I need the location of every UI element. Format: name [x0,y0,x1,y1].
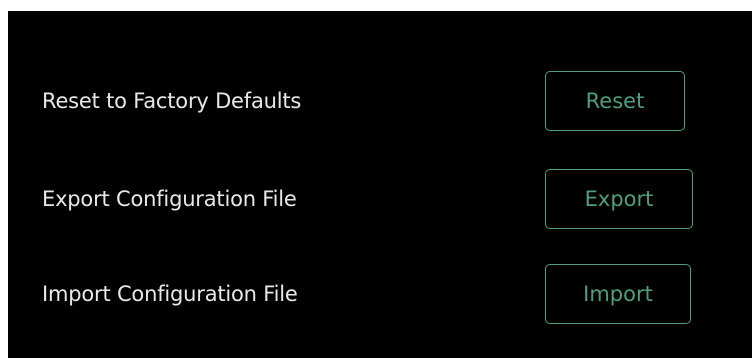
import-row: Import Configuration File Import [8,259,752,329]
reset-button[interactable]: Reset [545,71,685,131]
reset-label: Reset to Factory Defaults [42,89,302,113]
export-row: Export Configuration File Export [8,164,752,234]
export-button[interactable]: Export [545,169,693,229]
reset-row: Reset to Factory Defaults Reset [8,66,752,136]
import-button[interactable]: Import [545,264,691,324]
import-label: Import Configuration File [42,282,298,306]
export-label: Export Configuration File [42,187,297,211]
configuration-panel: Reset to Factory Defaults Reset Export C… [8,11,752,358]
